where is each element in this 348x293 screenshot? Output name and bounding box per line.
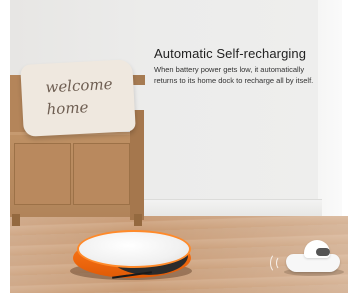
bench-leg [12,214,20,226]
pillow-text: welcome home [45,72,137,121]
bench-panel [14,143,71,205]
dock-sensor [316,248,330,256]
robot-top-cover [77,230,191,268]
signal-wave-icon [270,253,284,273]
bench-leg [134,214,142,226]
side-wall [318,0,342,230]
product-scene: welcome home Automatic Self-recharging W… [0,0,348,293]
pillow-text-line2: home [46,98,89,119]
feature-description: When battery power gets low, it automati… [154,65,314,85]
bench-panel [73,143,130,205]
feature-heading: Automatic Self-recharging [154,46,307,61]
left-margin [0,0,10,293]
